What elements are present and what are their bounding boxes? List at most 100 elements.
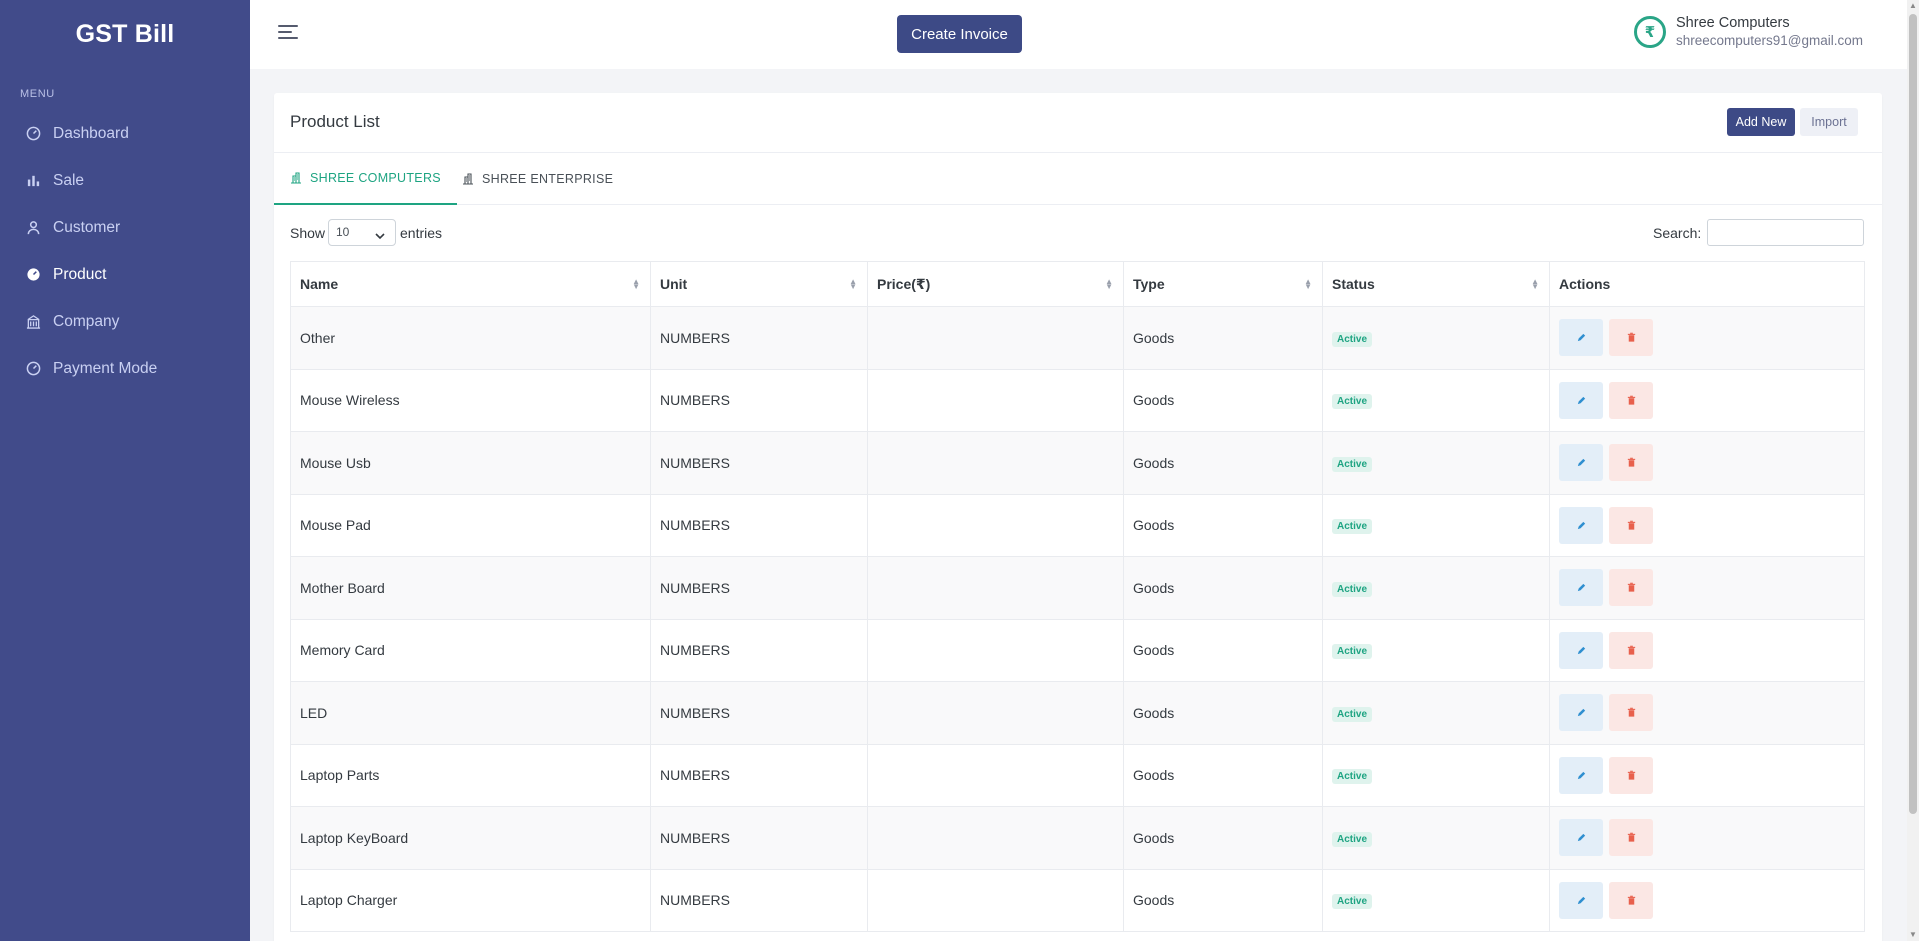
cell-unit: NUMBERS: [650, 681, 868, 745]
cell-status: Active: [1322, 868, 1550, 932]
cell-name: Laptop Parts: [290, 743, 651, 807]
column-header-type[interactable]: Type ▲ ▼: [1123, 261, 1323, 307]
scroll-up-icon[interactable]: ▲: [1909, 2, 1917, 10]
trash-icon: [1626, 770, 1637, 781]
pencil-icon: [1576, 707, 1587, 718]
cell-status: Active: [1322, 743, 1550, 807]
edit-button[interactable]: [1559, 506, 1603, 544]
trash-icon: [1626, 332, 1637, 343]
delete-button[interactable]: [1609, 506, 1653, 544]
scroll-thumb[interactable]: [1909, 14, 1917, 814]
sort-icon: ▲ ▼: [1531, 277, 1539, 291]
cell-price: [867, 806, 1124, 870]
edit-button[interactable]: [1559, 694, 1603, 732]
cell-unit: NUMBERS: [650, 368, 868, 432]
cell-type: Goods: [1123, 493, 1323, 557]
entries-select[interactable]: 10: [328, 219, 396, 246]
delete-button[interactable]: [1609, 819, 1653, 857]
search-label: Search:: [1653, 225, 1702, 241]
table-header-row: Name ▲ ▼ Unit ▲ ▼ Price(₹) ▲ ▼ Type ▲ ▼ Status ▲ ▼…: [290, 261, 1865, 307]
delete-button[interactable]: [1609, 631, 1653, 669]
user-avatar: ₹: [1634, 16, 1666, 48]
trash-icon: [1626, 395, 1637, 406]
hamburger-menu-icon[interactable]: [278, 25, 300, 43]
sidebar-item-customer[interactable]: Customer: [0, 204, 250, 251]
status-badge: Active: [1332, 769, 1373, 785]
building-icon: [26, 314, 41, 329]
delete-button[interactable]: [1609, 319, 1653, 357]
card-header: Product List Add New Import: [274, 93, 1882, 153]
chevron-down-icon: [374, 226, 386, 251]
sidebar-item-dashboard[interactable]: Dashboard: [0, 110, 250, 157]
cell-price: [867, 306, 1124, 370]
delete-button[interactable]: [1609, 694, 1653, 732]
scroll-down-icon[interactable]: ▼: [1909, 931, 1917, 939]
cell-name: Mouse Usb: [290, 431, 651, 495]
pencil-icon: [1576, 832, 1587, 843]
column-header-unit[interactable]: Unit ▲ ▼: [650, 261, 868, 307]
edit-button[interactable]: [1559, 381, 1603, 419]
cell-unit: NUMBERS: [650, 618, 868, 682]
delete-button[interactable]: [1609, 381, 1653, 419]
sidebar-item-label: Customer: [53, 218, 121, 236]
column-header-price[interactable]: Price(₹) ▲ ▼: [867, 261, 1124, 307]
cell-actions: [1549, 868, 1865, 932]
edit-button[interactable]: [1559, 819, 1603, 857]
cell-name: Mother Board: [290, 556, 651, 620]
create-invoice-button[interactable]: Create Invoice: [897, 15, 1022, 53]
sidebar-item-payment-mode[interactable]: Payment Mode: [0, 345, 250, 392]
brand-logo[interactable]: GST Bill: [0, 0, 250, 68]
cell-price: [867, 493, 1124, 557]
cell-actions: [1549, 806, 1865, 870]
status-badge: Active: [1332, 894, 1373, 910]
cell-actions: [1549, 493, 1865, 557]
search-input[interactable]: [1707, 219, 1864, 246]
sidebar: GST Bill MENU Dashboard Sale Customer Produ…: [0, 0, 250, 941]
pencil-icon: [1576, 332, 1587, 343]
import-button[interactable]: Import: [1800, 108, 1858, 136]
cell-type: Goods: [1123, 368, 1323, 432]
cell-actions: [1549, 618, 1865, 682]
cell-status: Active: [1322, 493, 1550, 557]
cell-unit: NUMBERS: [650, 493, 868, 557]
building-icon: [462, 173, 474, 185]
company-tabs: SHREE COMPUTERS SHREE ENTERPRISE: [274, 153, 1882, 205]
table-row: Mother Board NUMBERS Goods Active: [290, 556, 1865, 620]
cell-status: Active: [1322, 618, 1550, 682]
edit-button[interactable]: [1559, 756, 1603, 794]
column-header-name[interactable]: Name ▲ ▼: [290, 261, 651, 307]
edit-button[interactable]: [1559, 444, 1603, 482]
table-row: Mouse Pad NUMBERS Goods Active: [290, 493, 1865, 557]
edit-button[interactable]: [1559, 631, 1603, 669]
pencil-icon: [1576, 395, 1587, 406]
cell-type: Goods: [1123, 743, 1323, 807]
tab-shree-enterprise[interactable]: SHREE ENTERPRISE: [446, 153, 629, 205]
sidebar-item-product[interactable]: Product: [0, 251, 250, 298]
edit-button[interactable]: [1559, 569, 1603, 607]
page-scrollbar[interactable]: ▲ ▼: [1907, 0, 1919, 941]
table-row: LED NUMBERS Goods Active: [290, 681, 1865, 745]
add-new-button[interactable]: Add New: [1727, 108, 1795, 136]
delete-button[interactable]: [1609, 881, 1653, 919]
tab-shree-computers[interactable]: SHREE COMPUTERS: [274, 153, 457, 205]
top-header: Create Invoice ₹ Shree Computers shreeco…: [250, 0, 1907, 69]
user-profile[interactable]: ₹ Shree Computers shreecomputers91@gmail…: [1634, 14, 1863, 50]
sidebar-item-sale[interactable]: Sale: [0, 157, 250, 204]
edit-button[interactable]: [1559, 881, 1603, 919]
delete-button[interactable]: [1609, 756, 1653, 794]
bar-chart-icon: [26, 173, 41, 188]
cell-status: Active: [1322, 681, 1550, 745]
cell-unit: NUMBERS: [650, 431, 868, 495]
table-row: Mouse Usb NUMBERS Goods Active: [290, 431, 1865, 495]
trash-icon: [1626, 520, 1637, 531]
edit-button[interactable]: [1559, 319, 1603, 357]
sort-icon: ▲ ▼: [849, 277, 857, 291]
cell-name: Memory Card: [290, 618, 651, 682]
sort-icon: ▲ ▼: [1304, 277, 1312, 291]
status-badge: Active: [1332, 644, 1373, 660]
delete-button[interactable]: [1609, 569, 1653, 607]
sidebar-item-company[interactable]: Company: [0, 298, 250, 345]
delete-button[interactable]: [1609, 444, 1653, 482]
pencil-icon: [1576, 770, 1587, 781]
column-header-status[interactable]: Status ▲ ▼: [1322, 261, 1550, 307]
